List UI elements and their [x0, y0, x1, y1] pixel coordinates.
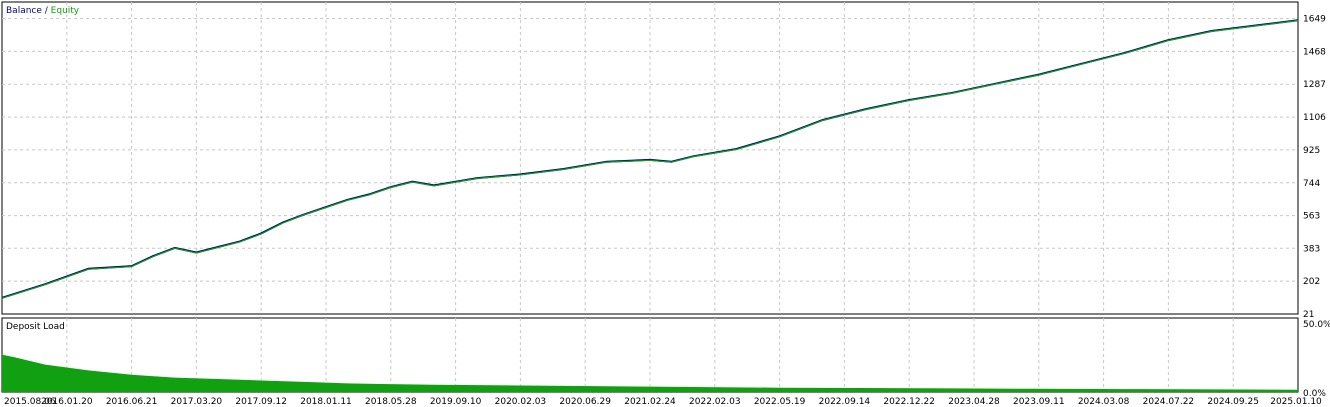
x-tick-label: 2018.05.28	[365, 397, 417, 407]
y-axis-ticks: 21 202 383 563 744 925 1106 1287 1468 1649	[1303, 15, 1326, 320]
x-axis-ticks: 2015.08.062016.01.20 2016.06.21 2017.03.20…	[4, 397, 1322, 407]
y-tick-label: 563	[1303, 212, 1320, 222]
y-tick-label: 202	[1303, 277, 1320, 287]
legend-balance: Balance	[6, 6, 42, 16]
x-tick-label: 2022.09.14	[819, 397, 871, 407]
x-tick-label: 2016.01.20	[41, 397, 93, 407]
y-tick-label: 1106	[1303, 113, 1326, 123]
y-tick-label: 744	[1303, 179, 1320, 189]
x-tick-label: 2024.09.25	[1207, 397, 1259, 407]
x-tick-label: 2020.02.03	[495, 397, 547, 407]
deposit-load-max-label: 50.0%	[1303, 320, 1330, 330]
y-tick-label: 1649	[1303, 15, 1326, 25]
legend-equity: Equity	[51, 6, 80, 16]
x-tick-label: 2023.09.11	[1013, 397, 1065, 407]
x-tick-label: 2017.03.20	[171, 397, 223, 407]
x-tick-label: 2024.07.22	[1143, 397, 1195, 407]
chart-canvas: 21 202 383 563 744 925 1106 1287 1468 1649 Balanc…	[1, 1, 1330, 407]
deposit-load-title: Deposit Load	[6, 322, 65, 332]
x-tick-label: 2025.01.10	[1270, 397, 1322, 407]
x-tick-label: 2024.03.08	[1078, 397, 1130, 407]
y-tick-label: 21	[1303, 310, 1314, 320]
y-tick-label: 925	[1303, 146, 1320, 156]
x-tick-label: 2022.05.19	[754, 397, 806, 407]
y-tick-label: 383	[1303, 244, 1320, 254]
x-tick-label: 2016.06.21	[106, 397, 158, 407]
x-tick-label: 2022.12.22	[883, 397, 935, 407]
x-tick-label: 2018.01.11	[300, 397, 352, 407]
y-tick-label: 1287	[1303, 80, 1326, 90]
y-tick-label: 1468	[1303, 47, 1326, 57]
x-tick-label: 2023.04.28	[948, 397, 1000, 407]
x-tick-label: 2017.09.12	[235, 397, 287, 407]
legend: Balance / Equity	[6, 6, 80, 16]
x-tick-label: 2021.02.24	[624, 397, 676, 407]
x-tick-label: 2019.09.10	[430, 397, 482, 407]
x-tick-label: 2022.02.03	[689, 397, 741, 407]
legend-separator: /	[42, 6, 51, 16]
x-tick-label: 2020.06.29	[559, 397, 611, 407]
